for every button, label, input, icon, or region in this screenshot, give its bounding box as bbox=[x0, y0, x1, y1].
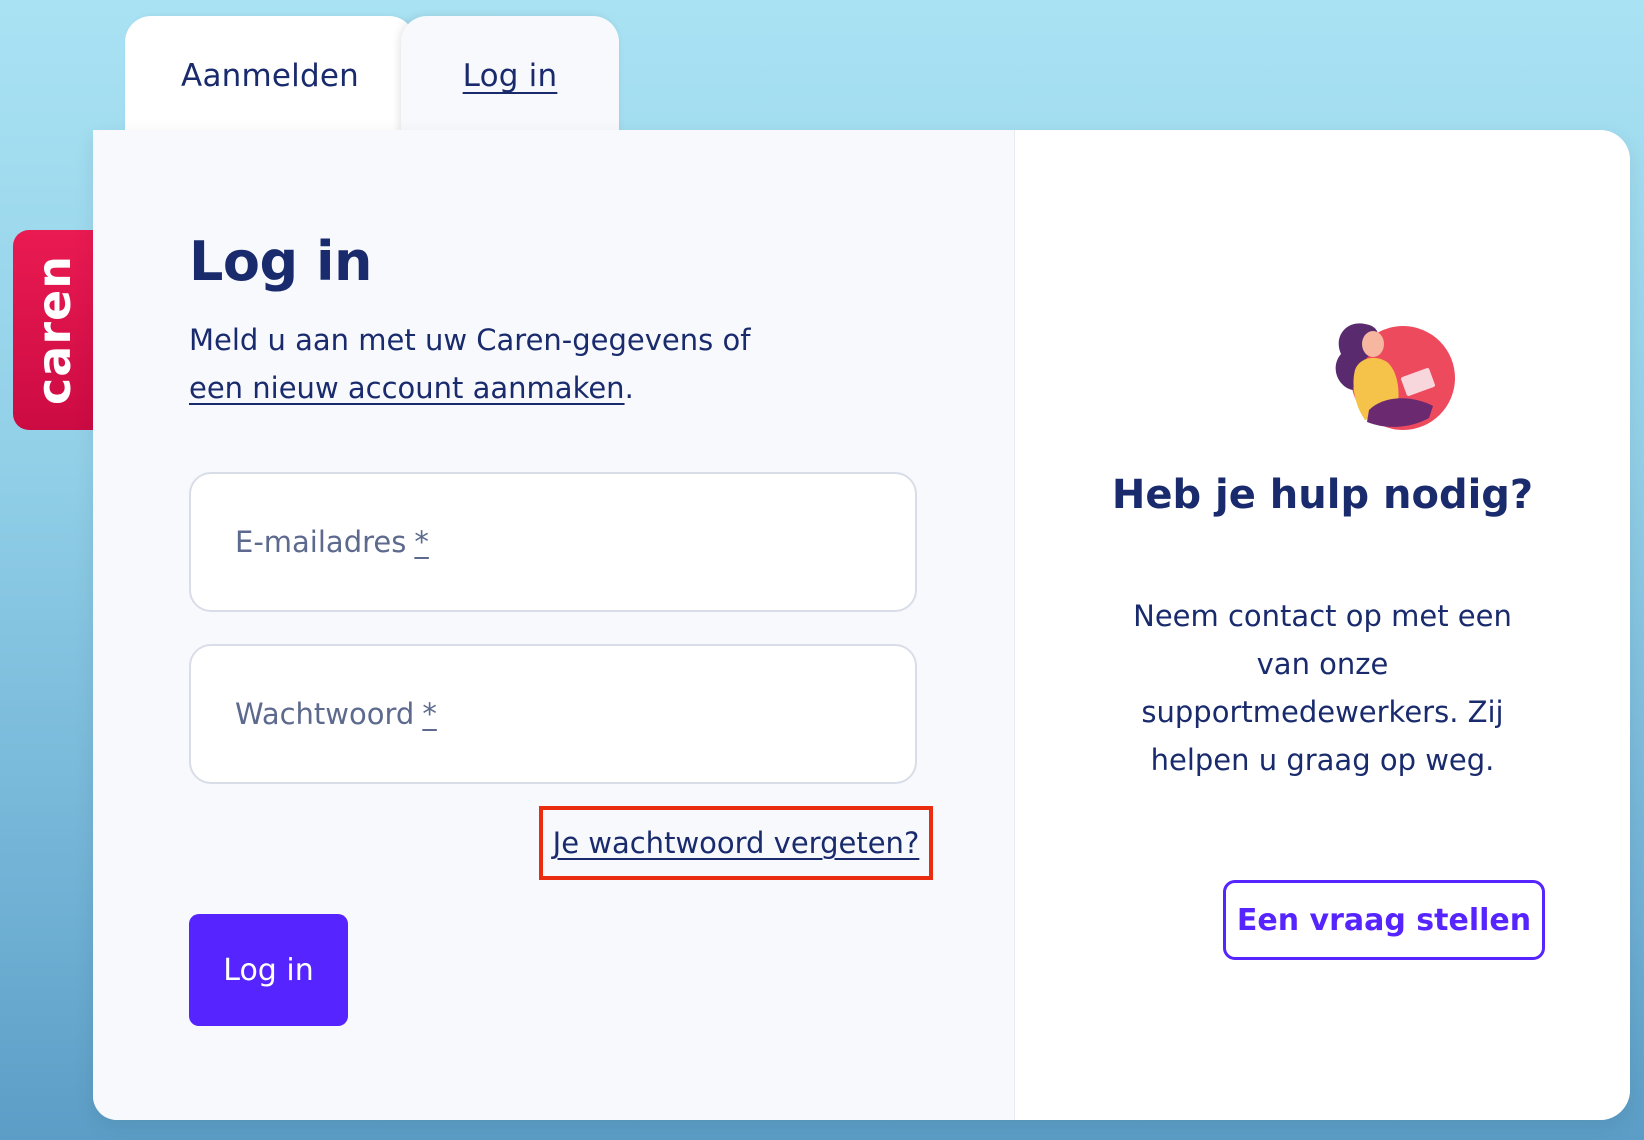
login-card: Log in Meld u aan met uw Caren-gegevens … bbox=[93, 130, 1630, 1120]
subtitle-text: Meld u aan met uw Caren-gegevens of bbox=[189, 323, 751, 357]
brand-logo: caren bbox=[27, 255, 82, 405]
login-button[interactable]: Log in bbox=[189, 914, 348, 1026]
brand-logo-tab: caren bbox=[13, 230, 95, 430]
ask-question-button[interactable]: Een vraag stellen bbox=[1223, 880, 1545, 960]
email-required-marker: * bbox=[414, 525, 429, 559]
login-button-label: Log in bbox=[223, 952, 314, 988]
tab-login[interactable]: Log in bbox=[401, 16, 619, 136]
page-title: Log in bbox=[189, 230, 372, 293]
tab-login-label: Log in bbox=[462, 58, 558, 94]
login-panel: Log in Meld u aan met uw Caren-gegevens … bbox=[93, 130, 1015, 1120]
email-label: E-mailadres bbox=[235, 525, 407, 559]
password-required-marker: * bbox=[422, 697, 437, 731]
password-label: Wachtwoord bbox=[235, 697, 415, 731]
support-person-illustration bbox=[1335, 323, 1455, 430]
login-subtitle: Meld u aan met uw Caren-gegevens of een n… bbox=[189, 316, 809, 412]
illustration-face bbox=[1362, 331, 1384, 357]
create-account-link[interactable]: een nieuw account aanmaken bbox=[189, 371, 625, 405]
forgot-password-highlight: Je wachtwoord vergeten? bbox=[539, 806, 933, 880]
help-panel: Heb je hulp nodig? Neem contact op met e… bbox=[1015, 130, 1630, 1120]
tab-signup-label: Aanmelden bbox=[181, 58, 359, 94]
ask-question-label: Een vraag stellen bbox=[1236, 902, 1532, 938]
help-title: Heb je hulp nodig? bbox=[1111, 472, 1534, 518]
forgot-password-link[interactable]: Je wachtwoord vergeten? bbox=[553, 826, 920, 860]
help-description: Neem contact op met een van onze support… bbox=[1133, 599, 1512, 777]
email-field[interactable]: E-mailadres * bbox=[189, 472, 917, 612]
tab-signup[interactable]: Aanmelden bbox=[125, 16, 415, 136]
password-field[interactable]: Wachtwoord * bbox=[189, 644, 917, 784]
subtitle-end: . bbox=[624, 371, 634, 405]
